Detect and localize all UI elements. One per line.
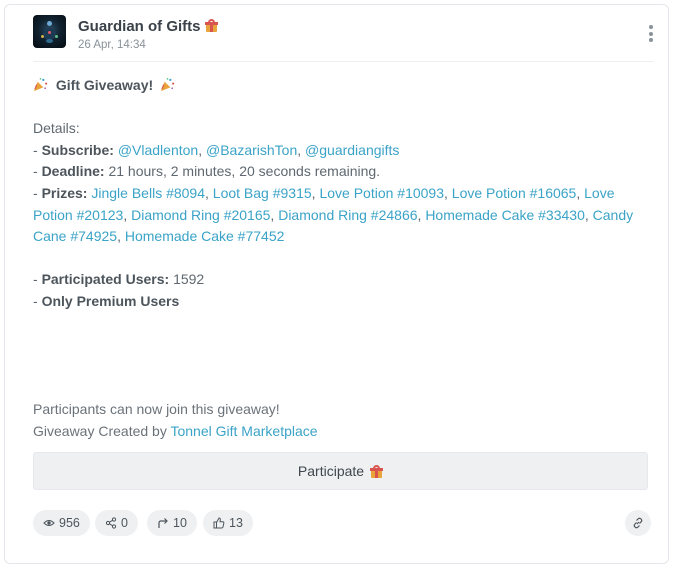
created-by-prefix: Giveaway Created by — [33, 422, 167, 439]
participated-label: Participated Users: — [41, 271, 170, 288]
deadline-label: Deadline: — [41, 163, 105, 180]
subscribe-label: Subscribe: — [41, 141, 114, 158]
views-count: 956 — [59, 516, 80, 530]
post-footer-text: Participants can now join this giveaway!… — [33, 399, 318, 442]
forwards-count: 10 — [173, 516, 187, 530]
views-pill[interactable]: 956 — [33, 510, 90, 536]
party-popper-icon — [160, 78, 175, 92]
post-card: Guardian of Gifts 26 Apr, 14:34 Gift Giv… — [4, 4, 669, 564]
prizes-row: - Prizes: Jingle Bells #8094, Loot Bag #… — [33, 184, 634, 245]
participate-label: Participate — [297, 463, 365, 479]
prizes-label: Prizes: — [41, 184, 88, 201]
prize-link[interactable]: Love Potion #16065 — [452, 185, 577, 201]
link-icon — [633, 517, 643, 529]
prize-link[interactable]: Jingle Bells #8094 — [91, 185, 205, 201]
participated-value: 1592 — [173, 271, 205, 288]
eye-icon — [43, 520, 55, 526]
gift-icon — [204, 19, 218, 32]
subscribe-link-guardiangifts[interactable]: @guardiangifts — [305, 142, 399, 158]
party-popper-icon — [33, 78, 48, 92]
prize-link[interactable]: Homemade Cake #77452 — [125, 228, 285, 244]
prize-link[interactable]: Loot Bag #9315 — [213, 185, 312, 201]
prize-link[interactable]: Diamond Ring #24866 — [278, 207, 417, 223]
prize-link[interactable]: Diamond Ring #20165 — [131, 207, 270, 223]
likes-count: 13 — [229, 516, 243, 530]
post-title: Gift Giveaway! — [33, 75, 653, 97]
gift-icon — [370, 464, 384, 478]
created-by-link[interactable]: Tonnel Gift Marketplace — [170, 423, 317, 439]
post-timestamp: 26 Apr, 14:34 — [78, 39, 146, 51]
participated-row: - Participated Users: 1592 — [33, 271, 205, 288]
kebab-menu-icon[interactable] — [645, 25, 657, 45]
deadline-row: - Deadline: 21 hours, 2 minutes, 20 seco… — [33, 163, 381, 180]
channel-name[interactable]: Guardian of Gifts — [78, 18, 218, 35]
post-body: Gift Giveaway! Details: - Subscribe: @Vl… — [33, 75, 653, 313]
post-header: Guardian of Gifts 26 Apr, 14:34 — [33, 15, 653, 61]
premium-row: - Only Premium Users — [33, 292, 180, 309]
header-divider — [33, 61, 653, 62]
channel-name-text: Guardian of Gifts — [78, 18, 201, 35]
premium-label: Only Premium Users — [41, 292, 180, 309]
created-by-row: Giveaway Created by Tonnel Gift Marketpl… — [33, 421, 318, 443]
shares-pill[interactable]: 0 — [95, 510, 138, 536]
thumbs-up-icon — [213, 517, 225, 529]
details-label: Details: — [33, 120, 80, 137]
subscribe-link-vladlenton[interactable]: @Vladlenton — [118, 142, 198, 158]
share-nodes-icon — [105, 517, 117, 529]
join-text: Participants can now join this giveaway! — [33, 401, 280, 417]
post-title-text: Gift Giveaway! — [55, 77, 154, 93]
likes-pill[interactable]: 13 — [203, 510, 253, 536]
post-stats-bar: 956 0 10 13 — [33, 510, 653, 536]
deadline-value: 21 hours, 2 minutes, 20 seconds remainin… — [108, 163, 381, 180]
forward-arrow-icon — [158, 518, 168, 528]
subscribe-link-bazarishton[interactable]: @BazarishTon — [206, 142, 297, 158]
copy-link-button[interactable] — [625, 510, 651, 536]
prize-link[interactable]: Homemade Cake #33430 — [425, 207, 585, 223]
channel-avatar[interactable] — [33, 15, 66, 48]
shares-count: 0 — [121, 516, 128, 530]
prize-link[interactable]: Love Potion #10093 — [319, 185, 444, 201]
participate-button[interactable]: Participate — [33, 452, 648, 490]
subscribe-row: - Subscribe: @Vladlenton, @BazarishTon, … — [33, 141, 400, 158]
forwards-pill[interactable]: 10 — [147, 510, 197, 536]
